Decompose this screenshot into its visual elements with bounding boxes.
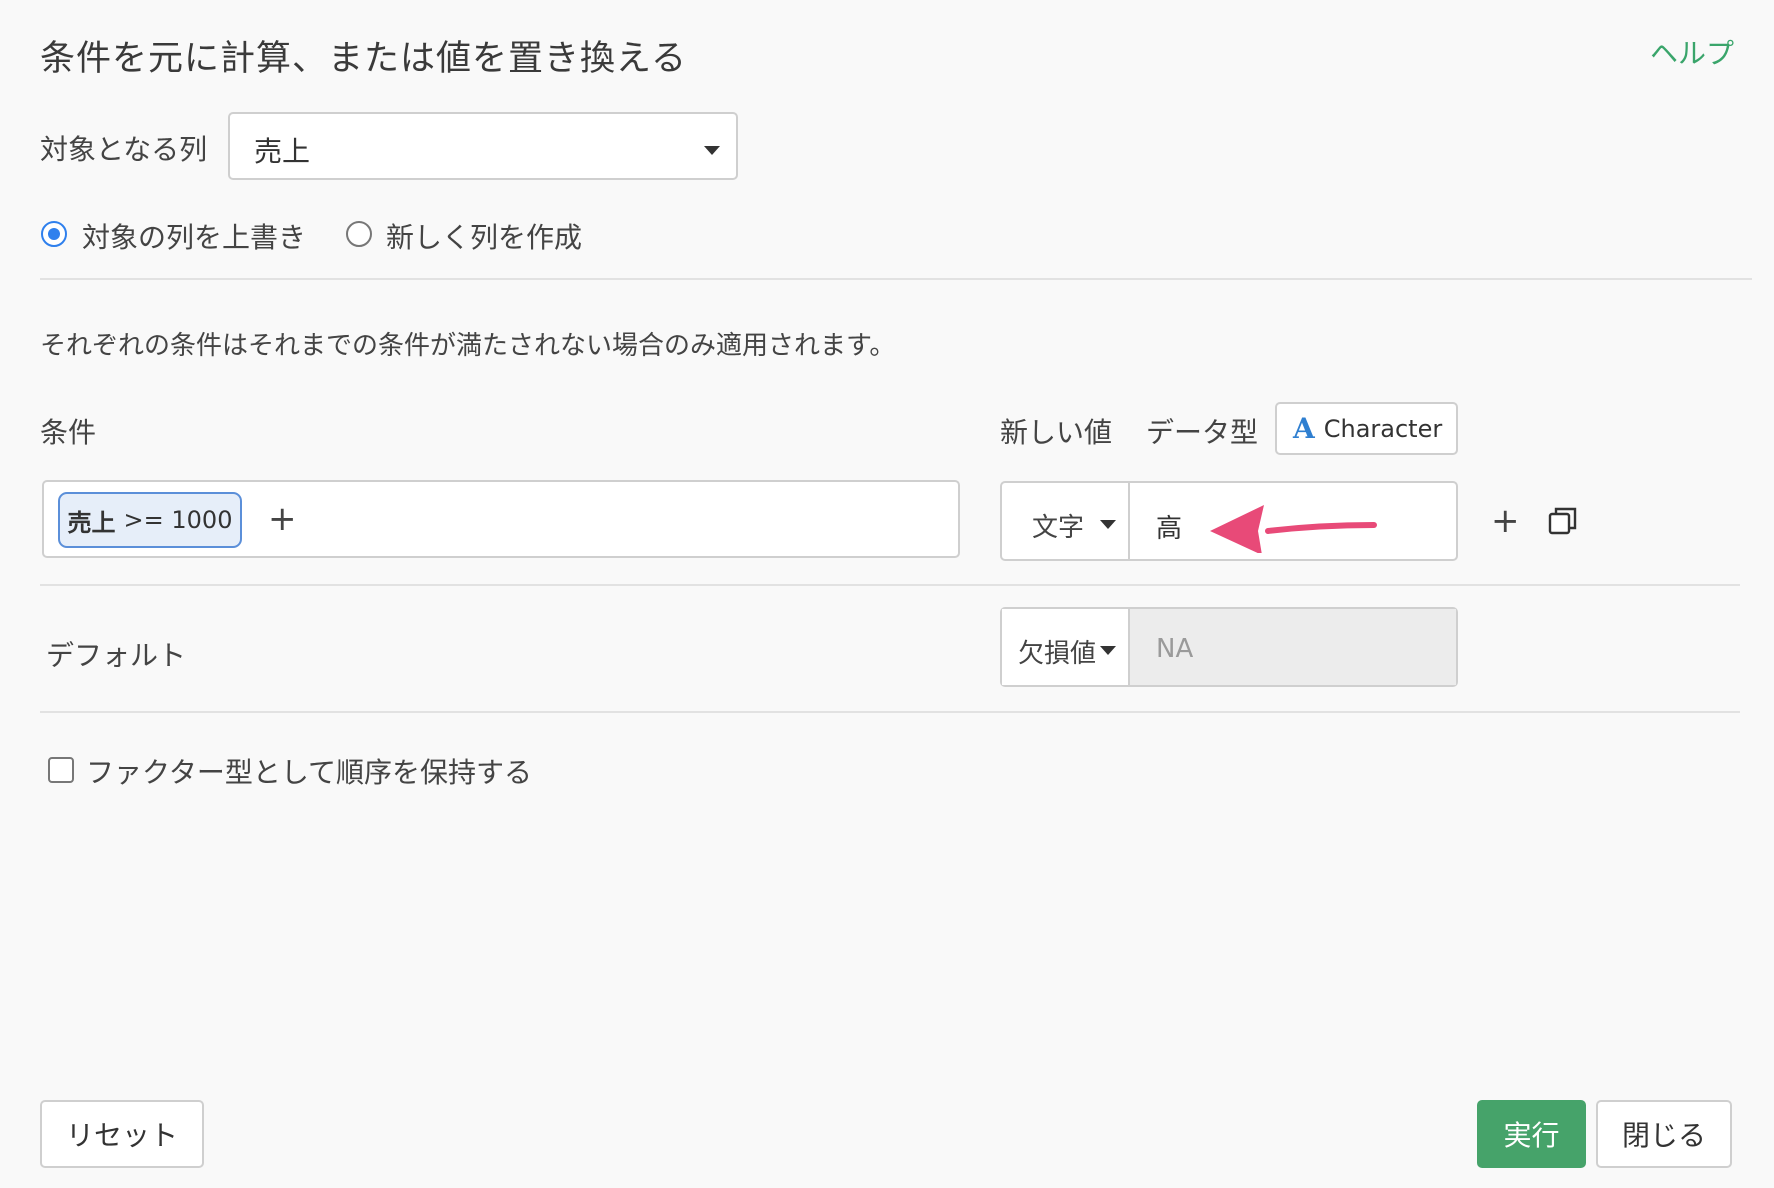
description-text: それぞれの条件はそれまでの条件が満たされない場合のみ適用されます。	[40, 331, 896, 361]
condition-expression: >= 1000	[123, 506, 233, 534]
value-type-label: 文字	[1032, 513, 1085, 543]
annotation-arrow-icon	[1210, 505, 1377, 553]
target-column-label: 対象となる列	[40, 133, 208, 166]
chevron-down-icon	[1100, 646, 1116, 655]
data-type-label: データ型	[1146, 416, 1259, 449]
duplicate-icon[interactable]	[1548, 506, 1578, 536]
chevron-down-icon	[1100, 520, 1116, 529]
new-value-field: 文字 高	[1000, 481, 1458, 561]
default-value-text: NA	[1156, 634, 1194, 664]
default-type-select[interactable]: 欠損値	[1002, 609, 1130, 685]
default-type-label: 欠損値	[1018, 639, 1097, 669]
default-value-input: NA	[1130, 609, 1456, 685]
condition-header: 条件	[40, 416, 97, 449]
default-label: デフォルト	[46, 639, 187, 672]
condition-column: 売上	[67, 508, 116, 537]
add-condition-icon[interactable]: +	[268, 502, 297, 536]
run-button[interactable]: 実行	[1477, 1100, 1586, 1168]
radio-new-column[interactable]	[346, 221, 372, 247]
value-type-select[interactable]: 文字	[1002, 483, 1130, 559]
factor-order-checkbox[interactable]	[48, 757, 74, 783]
condition-builder[interactable]: 売上 >= 1000 +	[42, 480, 960, 558]
condition-chip[interactable]: 売上 >= 1000	[58, 492, 242, 548]
divider	[40, 584, 1740, 586]
divider	[40, 711, 1740, 713]
character-type-icon: A	[1293, 412, 1315, 445]
new-value-input[interactable]: 高	[1156, 508, 1182, 545]
close-button[interactable]: 閉じる	[1596, 1100, 1732, 1168]
dialog-title: 条件を元に計算、または値を置き換える	[40, 39, 687, 79]
data-type-select[interactable]: A Character	[1275, 402, 1458, 455]
radio-overwrite[interactable]	[41, 221, 67, 247]
divider	[40, 278, 1752, 280]
new-value-header: 新しい値	[1000, 416, 1113, 449]
default-value-field: 欠損値 NA	[1000, 607, 1458, 687]
add-row-icon[interactable]: +	[1491, 504, 1520, 538]
data-type-value: Character	[1323, 414, 1443, 443]
factor-order-label[interactable]: ファクター型として順序を保持する	[86, 751, 532, 791]
target-column-select[interactable]: 売上	[228, 112, 738, 180]
target-column-value: 売上	[254, 135, 311, 168]
reset-button[interactable]: リセット	[40, 1100, 204, 1168]
radio-overwrite-label[interactable]: 対象の列を上書き	[82, 216, 306, 256]
radio-new-column-label[interactable]: 新しく列を作成	[386, 216, 582, 256]
help-link[interactable]: ヘルプ	[1650, 32, 1734, 72]
chevron-down-icon	[704, 146, 720, 155]
